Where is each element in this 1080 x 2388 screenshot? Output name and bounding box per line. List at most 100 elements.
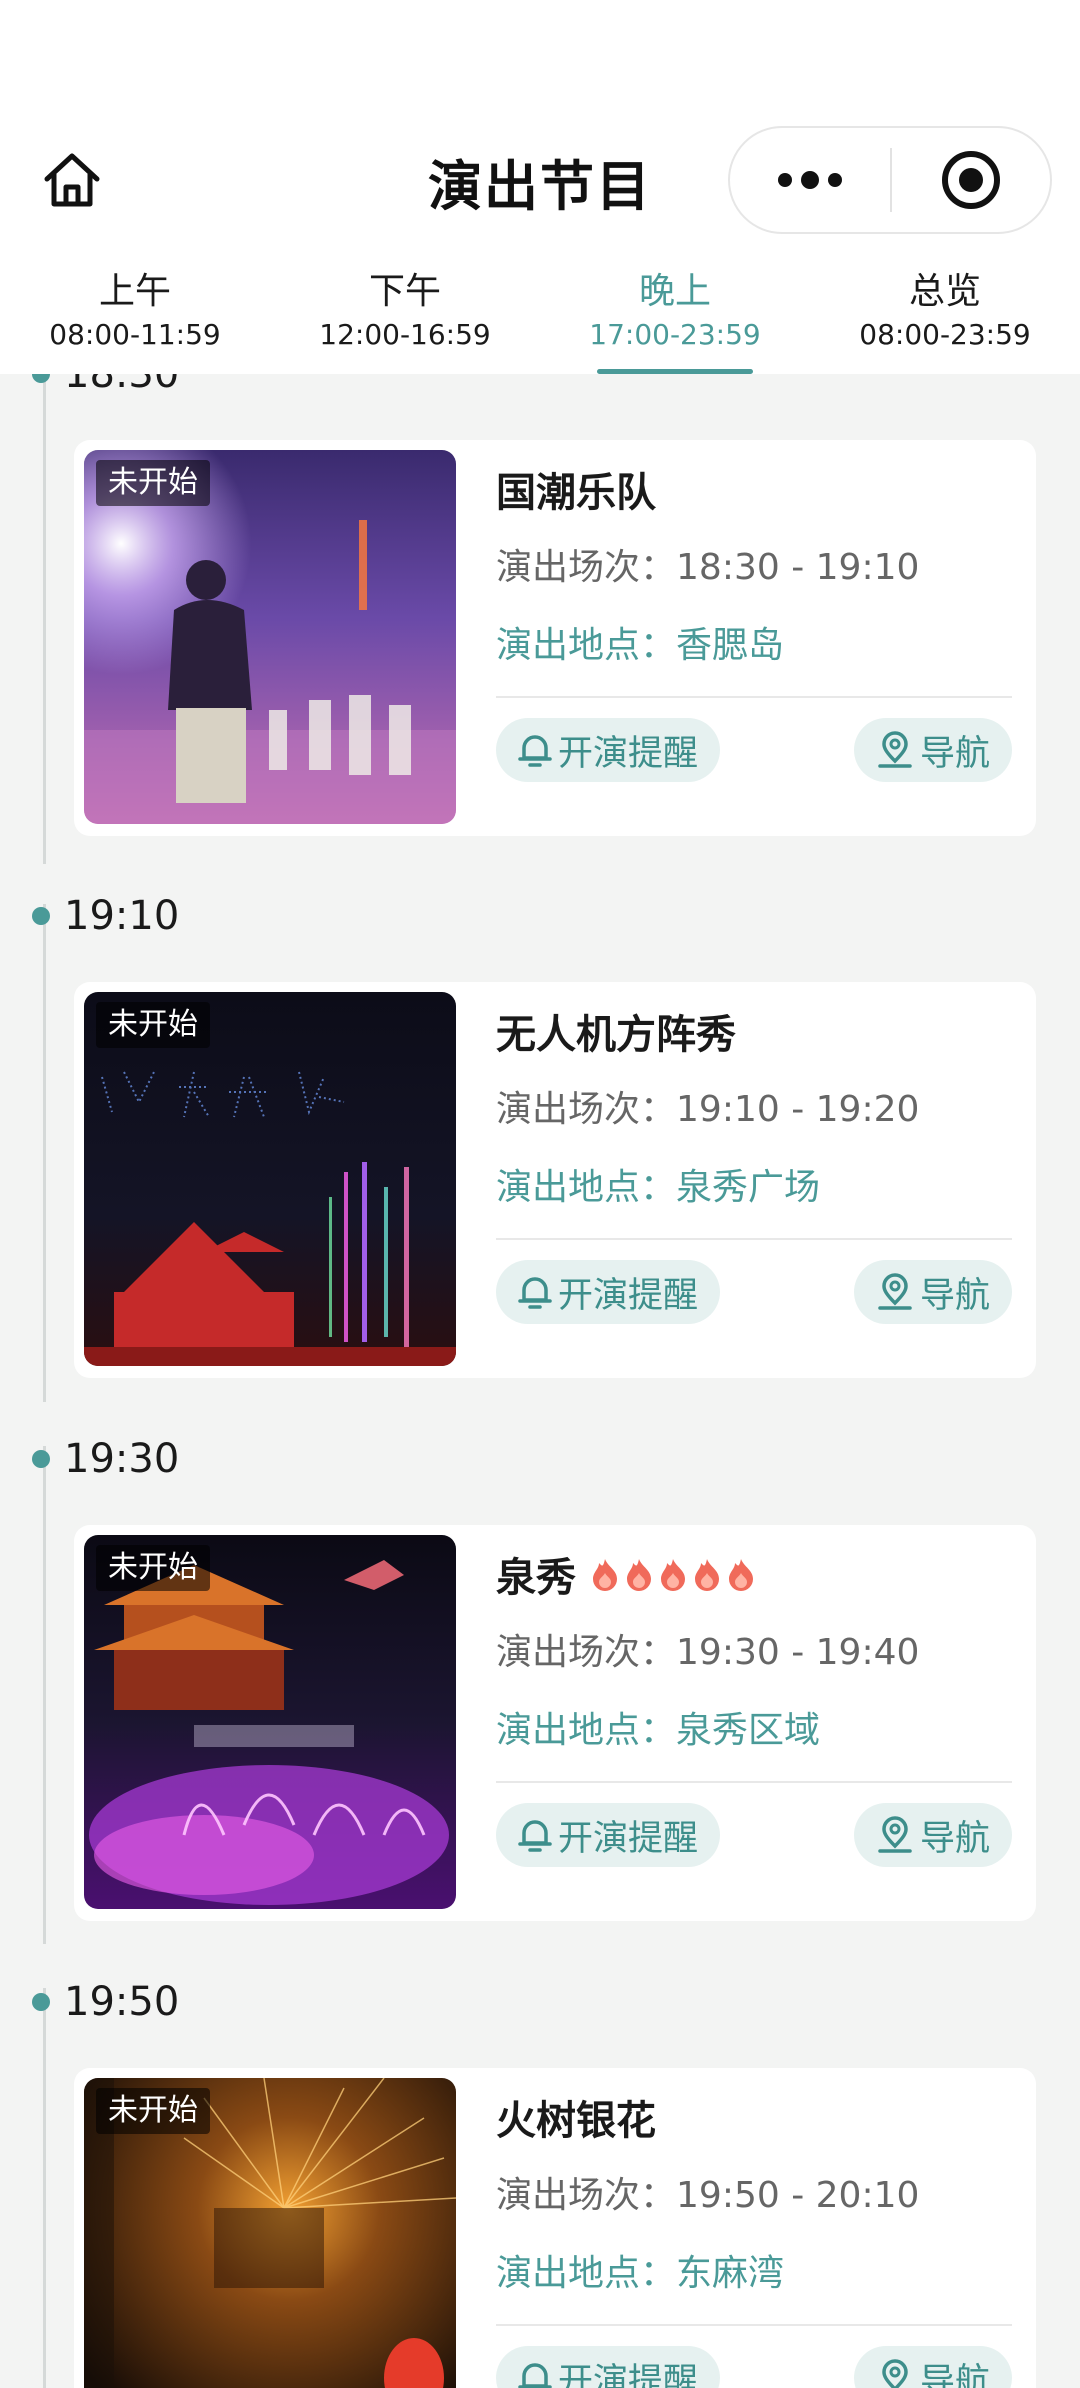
drone-show-photo [84, 992, 456, 1366]
card-divider [496, 1238, 1012, 1240]
remind-label: 开演提醒 [558, 1818, 699, 1859]
show-image: 未开始 [84, 450, 456, 824]
bell-icon [518, 1277, 552, 1309]
show-place-row: 演出地点：东麻湾 [496, 2244, 1016, 2296]
place-label: 演出地点： [496, 625, 677, 666]
session-label: 演出场次： [496, 1632, 677, 1673]
navigate-button[interactable]: 导航 [853, 2346, 1012, 2388]
tab-label: 晚上 [638, 271, 711, 312]
show-title-text: 火树银花 [496, 2098, 656, 2144]
tab-time-range: 12:00-16:59 [319, 318, 491, 351]
tab-afternoon[interactable]: 下午 12:00-16:59 [270, 252, 540, 374]
close-button[interactable] [892, 128, 1050, 232]
show-info: 无人机方阵秀 演出场次：19:10 - 19:20 演出地点：泉秀广场 开演提醒… [496, 1004, 1016, 1324]
more-button[interactable] [730, 128, 890, 232]
timeline-line [43, 374, 46, 864]
show-title: 无人机方阵秀 [496, 1004, 1016, 1058]
location-pin-icon [878, 1816, 912, 1853]
show-info: 火树银花 演出场次：19:50 - 20:10 演出地点：东麻湾 开演提醒 导航 [496, 2090, 1016, 2388]
location-pin-icon [878, 731, 912, 768]
period-tabs: 上午 08:00-11:59 下午 12:00-16:59 晚上 17:00-2… [0, 252, 1080, 374]
app-root: 演出节目 上午 08:00-11:59 下午 12:00-16:59 晚上 17… [0, 0, 1080, 2388]
timeline-line [43, 904, 46, 1402]
bell-icon [518, 735, 552, 767]
tab-evening[interactable]: 晚上 17:00-23:59 [540, 252, 810, 374]
status-badge: 未开始 [96, 460, 210, 506]
navigate-button[interactable]: 导航 [853, 718, 1012, 782]
timeline-dot [32, 1993, 50, 2011]
tab-overview[interactable]: 总览 08:00-23:59 [810, 252, 1080, 374]
tab-time-range: 17:00-23:59 [589, 318, 761, 351]
timeline-line [43, 1988, 46, 2388]
show-session-row: 演出场次：19:30 - 19:40 [496, 1623, 1016, 1675]
place-label: 演出地点： [496, 1710, 677, 1751]
time-header: 19:30 [32, 1429, 179, 1489]
remind-button[interactable]: 开演提醒 [496, 1260, 721, 1324]
timeline-line [43, 1446, 46, 1944]
location-pin-icon [878, 1273, 912, 1310]
show-info: 国潮乐队 演出场次：18:30 - 19:10 演出地点：香腮岛 开演提醒 导航 [496, 462, 1016, 782]
show-title: 国潮乐队 [496, 462, 1016, 516]
status-badge: 未开始 [96, 1002, 210, 1048]
navigate-label: 导航 [919, 1818, 990, 1859]
tab-morning[interactable]: 上午 08:00-11:59 [0, 252, 270, 374]
card-actions: 开演提醒 导航 [496, 1260, 1012, 1324]
time-header: 19:50 [32, 1972, 179, 2032]
fire-icon [729, 1559, 753, 1591]
card-divider [496, 696, 1012, 698]
place-value: 泉秀广场 [676, 1167, 821, 1208]
show-card[interactable]: 未开始 泉秀 演出场次：19:30 - 19:40 演出地点：泉秀区域 开演提醒… [74, 1525, 1036, 1921]
place-value: 东麻湾 [676, 2253, 785, 2294]
fire-icon [627, 1559, 651, 1591]
remind-label: 开演提醒 [558, 2361, 699, 2388]
card-actions: 开演提醒 导航 [496, 1803, 1012, 1867]
band-photo [84, 450, 456, 824]
navigate-button[interactable]: 导航 [853, 1260, 1012, 1324]
show-time: 19:50 [64, 1979, 180, 2025]
show-image: 未开始 [84, 1535, 456, 1909]
tab-label: 总览 [908, 271, 981, 312]
fire-icon [661, 1559, 685, 1591]
card-divider [496, 2324, 1012, 2326]
show-session-row: 演出场次：19:50 - 20:10 [496, 2166, 1016, 2218]
show-title: 泉秀 [496, 1547, 1016, 1601]
show-card[interactable]: 未开始 火树银花 演出场次：19:50 - 20:10 演出地点：东麻湾 开演提… [74, 2068, 1036, 2388]
card-actions: 开演提醒 导航 [496, 2346, 1012, 2388]
more-dots-icon [778, 171, 842, 189]
show-title-text: 泉秀 [496, 1555, 576, 1601]
tab-label: 上午 [98, 271, 171, 312]
show-place-row: 演出地点：泉秀广场 [496, 1158, 1016, 1210]
time-header: 19:10 [32, 886, 179, 946]
show-time: 19:30 [64, 1436, 180, 1482]
navigate-button[interactable]: 导航 [853, 1803, 1012, 1867]
remind-button[interactable]: 开演提醒 [496, 718, 721, 782]
show-session-row: 演出场次：19:10 - 19:20 [496, 1080, 1016, 1132]
navigate-label: 导航 [919, 1275, 990, 1316]
navigate-label: 导航 [919, 2361, 990, 2388]
show-card[interactable]: 未开始 国潮乐队 演出场次：18:30 - 19:10 演出地点：香腮岛 开演提… [74, 440, 1036, 836]
card-divider [496, 1781, 1012, 1783]
show-info: 泉秀 演出场次：19:30 - 19:40 演出地点：泉秀区域 开演提醒 导航 [496, 1547, 1016, 1867]
tab-time-range: 08:00-23:59 [859, 318, 1031, 351]
remind-label: 开演提醒 [558, 1275, 699, 1316]
show-card[interactable]: 未开始 无人机方阵秀 演出场次：19:10 - 19:20 演出地点：泉秀广场 … [74, 982, 1036, 1378]
timeline-dot [32, 1450, 50, 1468]
fountain-show-photo [84, 1535, 456, 1909]
session-value: 19:30 - 19:40 [676, 1632, 920, 1673]
remind-button[interactable]: 开演提醒 [496, 2346, 721, 2388]
popularity-rating [590, 1557, 756, 1591]
session-value: 18:30 - 19:10 [676, 547, 920, 588]
location-pin-icon [882, 2359, 908, 2388]
show-time: 19:10 [64, 893, 180, 939]
remind-button[interactable]: 开演提醒 [496, 1803, 721, 1867]
show-place-row: 演出地点：泉秀区域 [496, 1701, 1016, 1753]
tab-time-range: 08:00-11:59 [49, 318, 221, 351]
fire-icon [695, 1559, 719, 1591]
show-session-row: 演出场次：18:30 - 19:10 [496, 538, 1016, 590]
session-label: 演出场次： [496, 2175, 677, 2216]
tab-label: 下午 [368, 271, 441, 312]
bell-icon [518, 1820, 552, 1852]
show-image: 未开始 [84, 992, 456, 1366]
navigate-label: 导航 [919, 733, 990, 774]
place-value: 香腮岛 [676, 625, 785, 666]
